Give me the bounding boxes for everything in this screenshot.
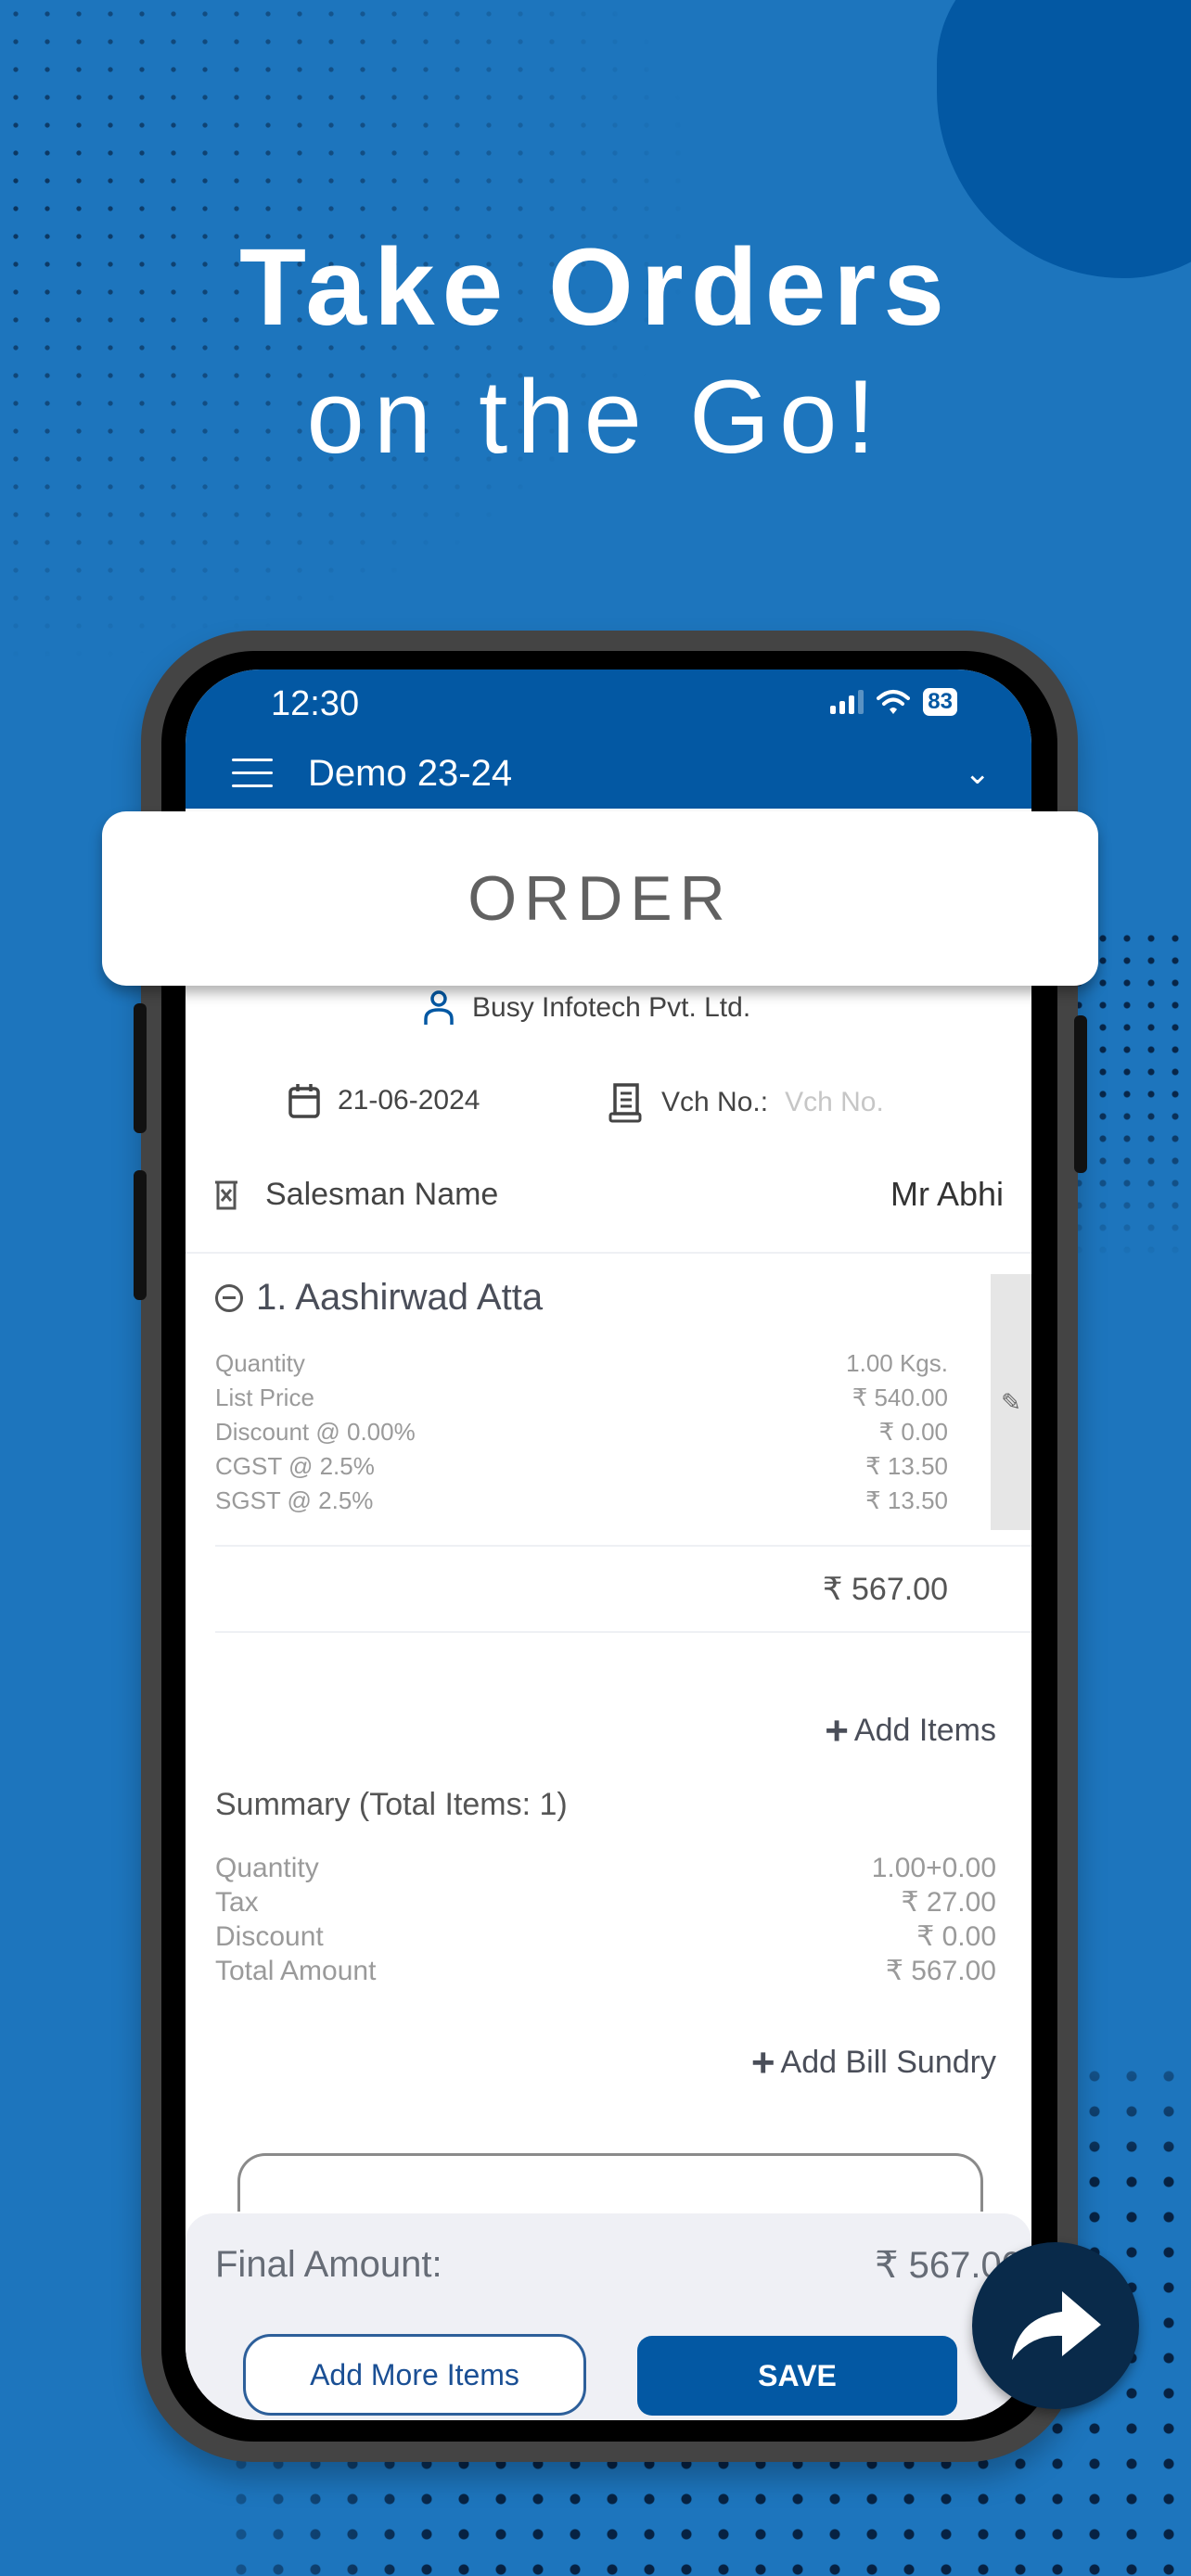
plus-icon: + <box>825 1707 849 1753</box>
party-row[interactable]: Busy Infotech Pvt. Ltd. <box>422 989 750 1027</box>
plus-icon: + <box>750 2039 775 2085</box>
detail-value: ₹ 540.00 <box>852 1384 948 1411</box>
add-bill-sundry-label: Add Bill Sundry <box>780 2045 996 2080</box>
battery-icon: 83 <box>923 688 957 716</box>
detail-value: ₹ 0.00 <box>878 1418 948 1446</box>
detail-value: ₹ 13.50 <box>865 1452 948 1480</box>
hero-line-1: Take Orders <box>239 226 952 349</box>
salesman-row[interactable]: Salesman Name Mr Abhi <box>213 1175 1004 1214</box>
detail-label: Discount @ 0.00% <box>215 1418 416 1446</box>
delete-icon[interactable] <box>213 1178 239 1211</box>
order-badge-label: ORDER <box>467 863 733 934</box>
signal-icon <box>830 690 864 714</box>
item-detail-row: CGST @ 2.5% ₹ 13.50 <box>215 1449 948 1484</box>
summary-row: Quantity 1.00+0.00 <box>215 1851 996 1885</box>
chevron-down-icon[interactable]: ⌄ <box>965 755 992 792</box>
status-icons: 83 <box>830 688 957 716</box>
item-total: ₹ 567.00 <box>822 1572 948 1607</box>
divider <box>186 1252 1031 1254</box>
detail-label: List Price <box>215 1384 314 1411</box>
share-button[interactable] <box>972 2242 1139 2409</box>
wifi-icon <box>877 690 911 714</box>
share-icon <box>1012 2291 1101 2360</box>
detail-label: CGST @ 2.5% <box>215 1452 375 1480</box>
hero-line-2: on the Go! <box>306 359 885 475</box>
final-amount-label: Final Amount: <box>215 2244 442 2285</box>
pencil-icon: ✎ <box>1001 1387 1021 1416</box>
voucher-number-label: Vch No.: <box>661 1087 769 1117</box>
summary-value: ₹ 27.00 <box>901 1887 997 1918</box>
summary-label: Discount <box>215 1921 324 1952</box>
voucher-number-input[interactable]: Vch No. <box>785 1087 884 1118</box>
order-badge: ORDER <box>102 811 1098 986</box>
divider <box>215 1631 1031 1633</box>
calendar-icon <box>288 1084 320 1118</box>
summary-value: ₹ 567.00 <box>885 1956 996 1986</box>
summary-label: Quantity <box>215 1853 319 1883</box>
summary-title: Summary (Total Items: 1) <box>215 1787 568 1822</box>
item-detail-row: List Price ₹ 540.00 <box>215 1381 948 1415</box>
remove-item-icon[interactable] <box>215 1283 243 1312</box>
divider <box>215 1545 1031 1547</box>
add-more-items-button[interactable]: Add More Items <box>243 2334 586 2416</box>
company-selector[interactable]: Demo 23-24 <box>308 753 512 795</box>
summary-row: Discount ₹ 0.00 <box>215 1919 996 1954</box>
detail-label: SGST @ 2.5% <box>215 1486 374 1514</box>
receipt-icon <box>608 1083 642 1123</box>
summary-row: Total Amount ₹ 567.00 <box>215 1954 996 1988</box>
phone-volume-down-button <box>134 1170 147 1300</box>
edit-item-button[interactable]: ✎ <box>991 1274 1031 1530</box>
detail-value: 1.00 Kgs. <box>846 1349 948 1377</box>
summary-row: Tax ₹ 27.00 <box>215 1885 996 1919</box>
voucher-number-field[interactable]: Vch No.: Vch No. <box>608 1082 884 1123</box>
add-items-button[interactable]: + Add Items <box>825 1707 996 1753</box>
add-items-label: Add Items <box>853 1713 996 1748</box>
party-name: Busy Infotech Pvt. Ltd. <box>472 992 751 1023</box>
salesman-value: Mr Abhi <box>890 1175 1004 1213</box>
hamburger-menu-icon[interactable] <box>232 759 273 797</box>
summary-label: Total Amount <box>215 1956 377 1986</box>
remarks-input[interactable] <box>237 2153 983 2212</box>
status-time: 12:30 <box>271 684 360 723</box>
item-title[interactable]: 1. Aashirwad Atta <box>215 1277 543 1319</box>
item-detail-row: Quantity 1.00 Kgs. <box>215 1346 948 1381</box>
add-bill-sundry-button[interactable]: + Add Bill Sundry <box>750 2039 996 2085</box>
hero-headline: Take Orders on the Go! <box>0 223 1191 482</box>
phone-power-button <box>1074 1015 1087 1173</box>
save-button[interactable]: SAVE <box>637 2336 957 2416</box>
item-name: 1. Aashirwad Atta <box>256 1277 544 1318</box>
summary-value: 1.00+0.00 <box>871 1853 996 1883</box>
app-bar: 12:30 83 Demo 23-24 ⌄ <box>186 670 1031 809</box>
salesman-label: Salesman Name <box>265 1176 499 1212</box>
voucher-date: 21-06-2024 <box>338 1085 480 1116</box>
detail-value: ₹ 13.50 <box>865 1486 948 1514</box>
item-detail-row: Discount @ 0.00% ₹ 0.00 <box>215 1415 948 1449</box>
summary-label: Tax <box>215 1887 259 1918</box>
detail-label: Quantity <box>215 1349 305 1377</box>
person-icon <box>424 990 454 1025</box>
phone-volume-up-button <box>134 1003 147 1133</box>
date-field[interactable]: 21-06-2024 <box>288 1082 480 1119</box>
summary-value: ₹ 0.00 <box>916 1921 996 1952</box>
item-detail-row: SGST @ 2.5% ₹ 13.50 <box>215 1484 948 1518</box>
